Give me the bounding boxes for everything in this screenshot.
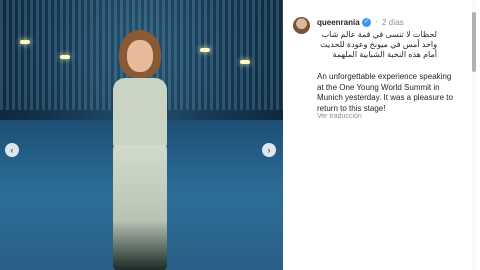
carousel-prev-button[interactable]: ‹ bbox=[5, 143, 19, 157]
caption-english: An unforgettable experience speaking at … bbox=[317, 72, 453, 113]
time-separator: · bbox=[375, 17, 378, 26]
scrollbar-thumb[interactable] bbox=[472, 12, 476, 72]
caption-panel: queenrania ✓ · 2 días لحظات لا تنسى في ق… bbox=[283, 0, 480, 270]
stage-light bbox=[60, 55, 70, 59]
post-timestamp[interactable]: 2 días bbox=[382, 18, 404, 27]
see-translation-link[interactable]: Ver traducción bbox=[317, 113, 362, 120]
speaker-figure bbox=[105, 30, 175, 270]
avatar[interactable] bbox=[293, 17, 310, 34]
instagram-post-view: ‹ › queenrania ✓ · 2 días لحظات لا تنسى … bbox=[0, 0, 480, 270]
top-garment bbox=[113, 78, 167, 148]
post-photo: ‹ › bbox=[0, 0, 283, 270]
verified-badge-icon: ✓ bbox=[362, 18, 371, 27]
carousel-next-button[interactable]: › bbox=[262, 143, 276, 157]
stage-light bbox=[200, 48, 210, 52]
chevron-left-icon: ‹ bbox=[10, 144, 14, 155]
trousers bbox=[113, 145, 167, 270]
username-link[interactable]: queenrania bbox=[317, 18, 360, 27]
stage-light bbox=[240, 60, 250, 64]
caption-arabic: لحظات لا تنسى في قمة عالم شاب واحد أمس ف… bbox=[320, 30, 437, 59]
stage-light bbox=[20, 40, 30, 44]
face bbox=[127, 40, 153, 72]
chevron-right-icon: › bbox=[267, 144, 271, 155]
